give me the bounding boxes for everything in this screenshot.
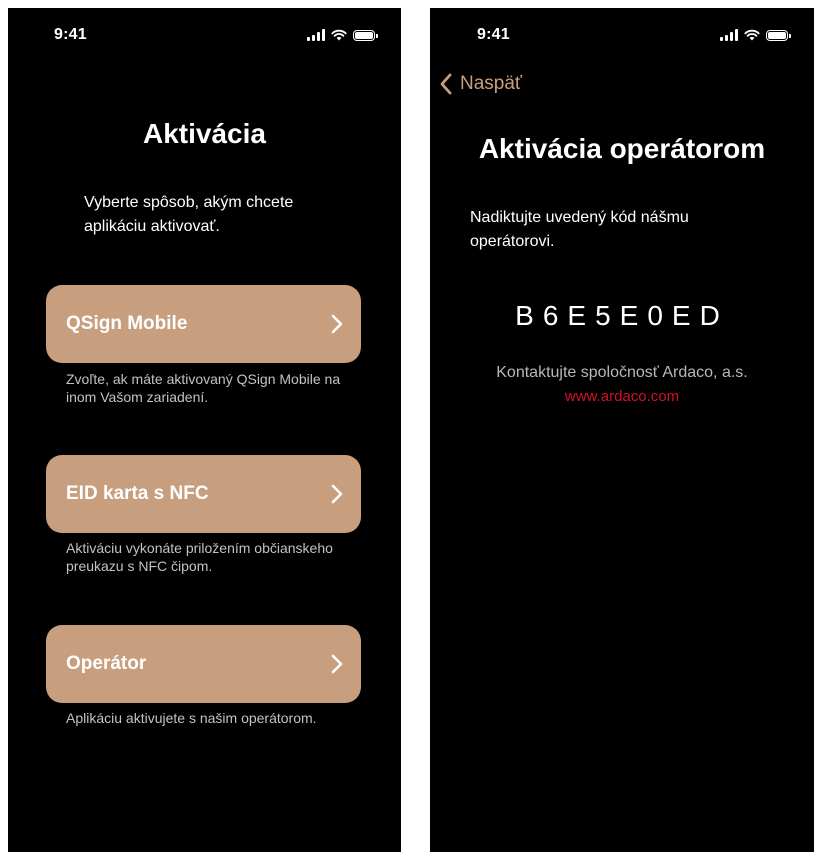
operator-button[interactable]: Operátor [46, 625, 361, 703]
operator-activation-screen: 9:41 Naspäť Aktivácia operátorom Nadiktu… [430, 8, 814, 852]
page-title: Aktivácia [143, 118, 266, 149]
status-time: 9:41 [54, 26, 87, 43]
instruction-text: Nadiktujte uvedený kód nášmu operátorovi… [470, 209, 689, 250]
activation-screen: 9:41 Aktivácia Vyberte spôsob, akým chce… [8, 8, 401, 852]
status-time: 9:41 [477, 26, 510, 43]
option-label: EID karta s NFC [66, 483, 209, 504]
page-title: Aktivácia operátorom [478, 133, 766, 164]
cellular-signal-icon [307, 29, 325, 41]
status-icons [720, 28, 791, 42]
status-icons [307, 28, 378, 42]
wifi-icon [744, 29, 760, 41]
option-description: Aktiváciu vykonáte priložením občianskeh… [66, 540, 333, 574]
chevron-left-icon [440, 73, 452, 95]
eid-card-nfc-button[interactable]: EID karta s NFC [46, 455, 361, 533]
cellular-signal-icon [720, 29, 738, 41]
chevron-right-icon [331, 484, 343, 504]
status-bar: 9:41 [430, 8, 814, 52]
chevron-right-icon [331, 654, 343, 674]
chevron-right-icon [331, 314, 343, 334]
status-bar: 9:41 [8, 8, 401, 52]
intro-text: Vyberte spôsob, akým chcete aplikáciu ak… [84, 194, 294, 235]
option-description: Zvoľte, ak máte aktivovaný QSign Mobile … [66, 371, 341, 405]
battery-icon [353, 29, 378, 41]
back-label: Naspäť [460, 73, 523, 94]
wifi-icon [331, 29, 347, 41]
back-button[interactable]: Naspäť [440, 70, 522, 98]
contact-text: Kontaktujte spoločnosť Ardaco, a.s. [496, 364, 748, 381]
option-label: Operátor [66, 653, 147, 674]
option-description: Aplikáciu aktivujete s našim operátorom. [66, 710, 317, 726]
option-label: QSign Mobile [66, 313, 188, 334]
battery-icon [766, 29, 791, 41]
activation-code: B6E5E0ED [515, 300, 729, 331]
website-link-container: www.ardaco.com [430, 388, 814, 405]
qsign-mobile-button[interactable]: QSign Mobile [46, 285, 361, 363]
website-link[interactable]: www.ardaco.com [565, 388, 679, 405]
